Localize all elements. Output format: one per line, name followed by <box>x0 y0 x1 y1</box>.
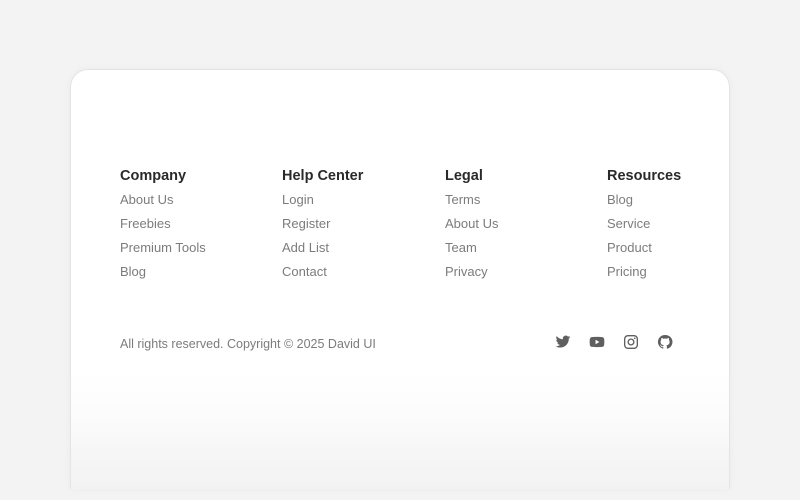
footer-link[interactable]: Team <box>445 239 498 256</box>
instagram-icon[interactable] <box>623 334 639 350</box>
github-icon[interactable] <box>657 334 673 350</box>
footer-link[interactable]: Add List <box>282 239 363 256</box>
footer-link[interactable]: About Us <box>445 215 498 232</box>
copyright-text: All rights reserved. Copyright © 2025 Da… <box>120 337 376 351</box>
footer-link[interactable]: Blog <box>607 191 681 208</box>
footer-link[interactable]: Premium Tools <box>120 239 206 256</box>
footer-card: Company About Us Freebies Premium Tools … <box>70 69 730 489</box>
social-links <box>555 334 673 350</box>
footer-column-legal: Legal Terms About Us Team Privacy <box>445 167 498 287</box>
footer-link[interactable]: Blog <box>120 263 206 280</box>
footer-link[interactable]: Register <box>282 215 363 232</box>
footer-link[interactable]: About Us <box>120 191 206 208</box>
twitter-icon[interactable] <box>555 334 571 350</box>
footer-link[interactable]: Terms <box>445 191 498 208</box>
footer-link[interactable]: Service <box>607 215 681 232</box>
footer-link[interactable]: Login <box>282 191 363 208</box>
footer-link[interactable]: Contact <box>282 263 363 280</box>
footer-link[interactable]: Pricing <box>607 263 681 280</box>
column-title: Legal <box>445 168 483 184</box>
youtube-icon[interactable] <box>589 334 605 350</box>
column-title: Company <box>120 168 187 184</box>
footer-column-company: Company About Us Freebies Premium Tools … <box>120 167 206 287</box>
column-title: Resources <box>607 168 682 184</box>
footer-link[interactable]: Freebies <box>120 215 206 232</box>
footer-link[interactable]: Product <box>607 239 681 256</box>
footer-link[interactable]: Privacy <box>445 263 498 280</box>
footer-column-resources: Resources Blog Service Product Pricing <box>607 167 681 287</box>
column-title: Help Center <box>282 168 364 184</box>
bottom-fade <box>71 419 729 489</box>
footer-column-help-center: Help Center Login Register Add List Cont… <box>282 167 363 287</box>
